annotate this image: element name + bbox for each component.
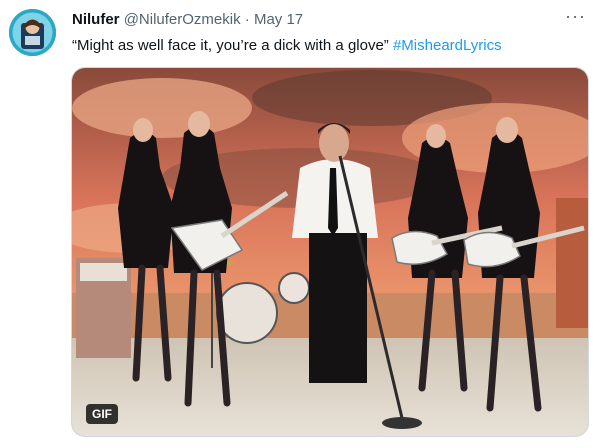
tweet-header: Nilufer @NiluferOzmekik · May 17: [72, 11, 303, 29]
tweet-date[interactable]: May 17: [254, 11, 303, 28]
separator: ·: [244, 11, 250, 28]
more-horizontal-icon[interactable]: ···: [565, 6, 586, 27]
avatar-image: [9, 9, 56, 56]
tweet-body: “Might as well face it, you’re a dick wi…: [72, 37, 389, 54]
author-handle[interactable]: @NiluferOzmekik: [124, 11, 241, 28]
author-name[interactable]: Nilufer: [72, 11, 120, 28]
avatar[interactable]: [9, 9, 56, 56]
tweet-text: “Might as well face it, you’re a dick wi…: [72, 36, 502, 56]
gif-media[interactable]: GIF: [71, 67, 589, 437]
gif-still-image: [72, 68, 588, 436]
hashtag-link[interactable]: #MisheardLyrics: [393, 37, 502, 54]
tweet: Nilufer @NiluferOzmekik · May 17 ··· “Mi…: [0, 0, 600, 448]
gif-badge: GIF: [86, 404, 118, 424]
